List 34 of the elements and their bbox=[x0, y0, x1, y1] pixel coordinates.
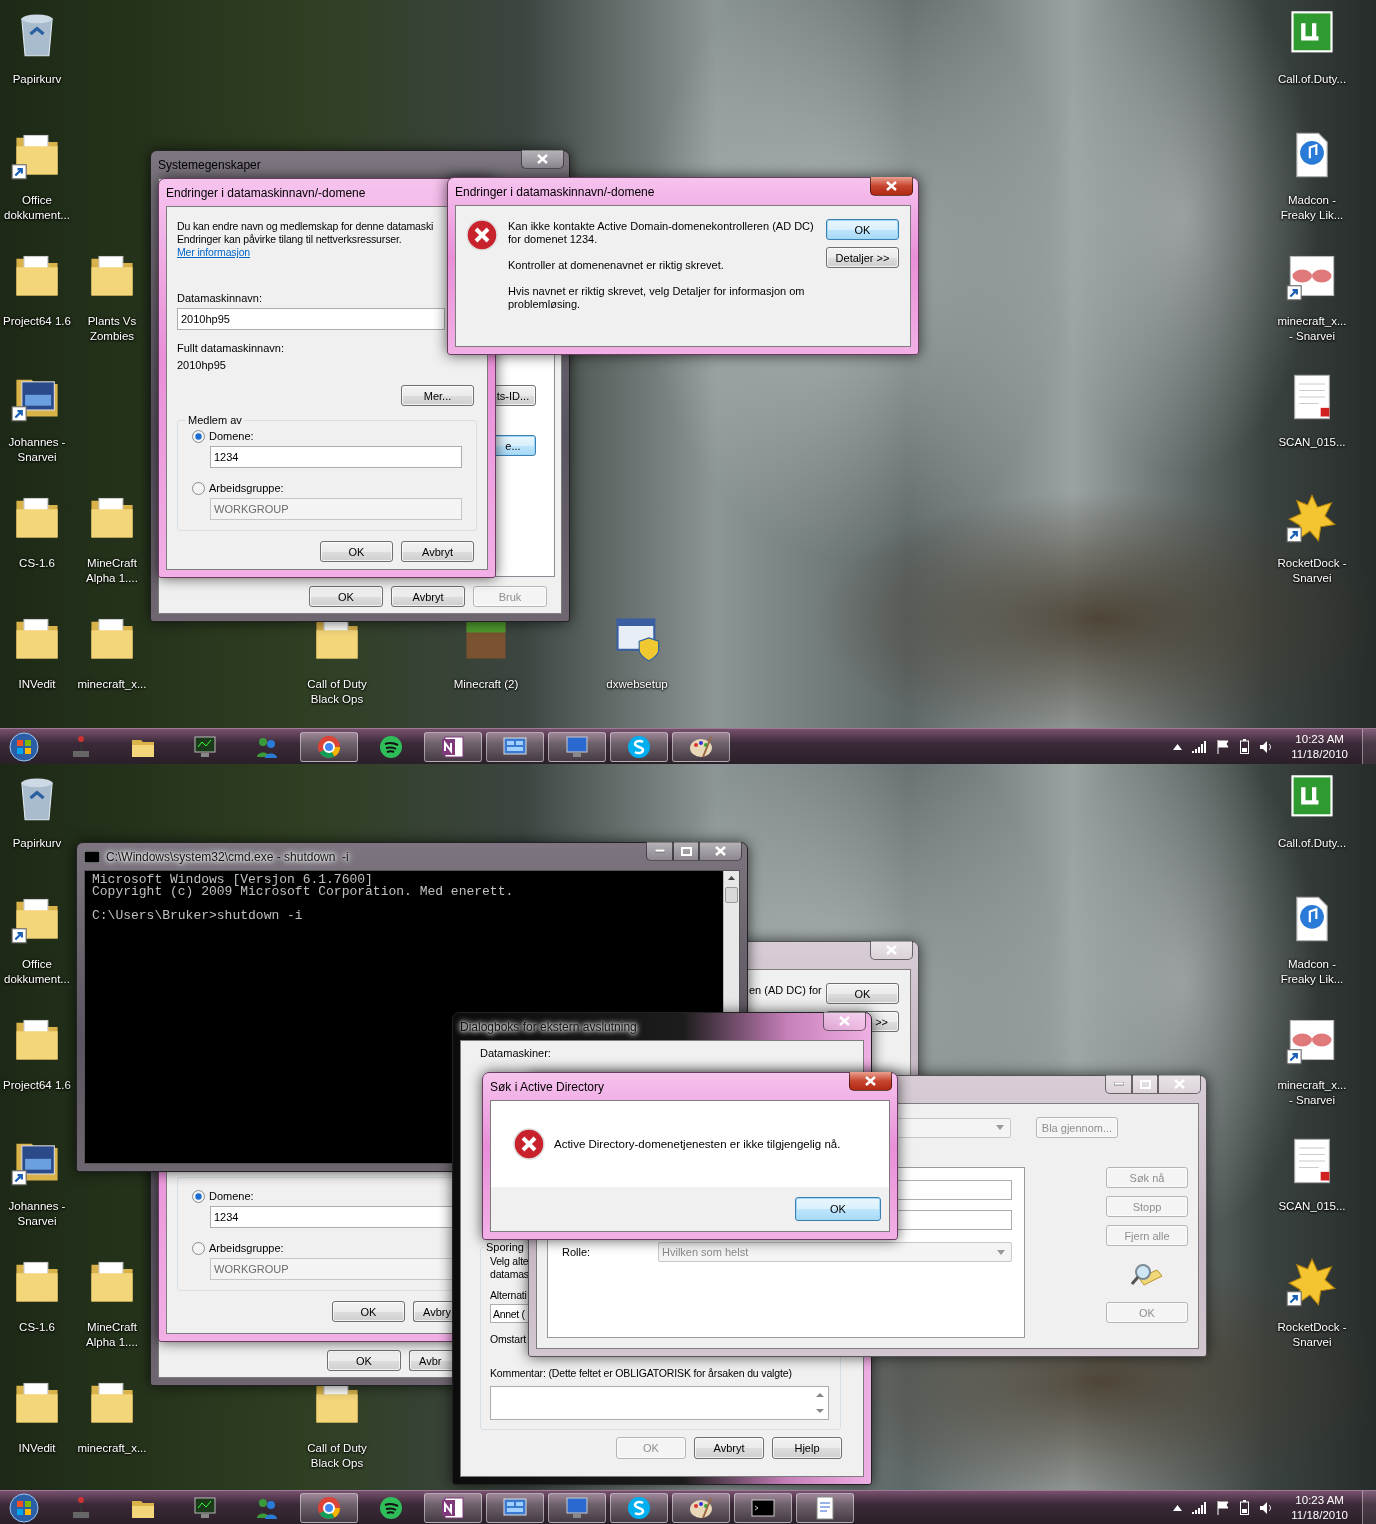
option-label: Arbeidsgruppe: bbox=[209, 482, 284, 495]
option-label: Domene: bbox=[209, 430, 254, 443]
clock-time: 10:23 AM bbox=[1295, 731, 1344, 747]
group-label: Sporing bbox=[485, 1241, 525, 1253]
field-label: Omstart bbox=[490, 1333, 527, 1346]
field-label: Datamaskinnavn: bbox=[177, 292, 263, 305]
message-text: Hvis navnet er riktig skrevet, velg Detaljer for informasjon om problemløsing. bbox=[508, 285, 806, 311]
window-title: Systemegenskaper bbox=[158, 158, 261, 172]
message-text: Kontroller at domenenavnet er riktig skrevet. bbox=[508, 259, 725, 272]
field-label: Rolle: bbox=[562, 1245, 591, 1259]
group-label: Medlem av bbox=[187, 414, 243, 426]
message-text: en (AD DC) for bbox=[749, 984, 823, 997]
field-label: Kommentar: (Dette feltet er OBLIGATORISK for årsaken du valgte) bbox=[490, 1367, 793, 1380]
clock-date: 11/18/2010 bbox=[1291, 1507, 1348, 1523]
value-text: 2010hp95 bbox=[177, 359, 227, 372]
window-title: C:\Windows\system32\cmd.exe - shutdown -i bbox=[106, 850, 349, 864]
description-text: Du kan endre navn og medlemskap for denne datamaski Endringer kan påvirke tilang til nettverksressurser. Mer informasjon bbox=[177, 220, 434, 259]
prompt-text: Velg alte datamas bbox=[490, 1255, 530, 1281]
clock-time: 10:23 AM bbox=[1295, 1492, 1344, 1508]
field-label: Alternati bbox=[490, 1289, 528, 1302]
console-line: C:\Users\Bruker>shutdown -i bbox=[92, 910, 304, 922]
console-line: Microsoft Windows [Versjon 6.1.7600] bbox=[92, 874, 373, 886]
clock-date: 11/18/2010 bbox=[1291, 746, 1348, 762]
option-label: Domene: bbox=[209, 1190, 254, 1203]
option-label: Arbeidsgruppe: bbox=[209, 1242, 284, 1255]
window-title: Dialogboks for ekstern avslutning bbox=[460, 1020, 637, 1034]
window-title: Endringer i datamaskinnavn/-domene bbox=[455, 185, 655, 199]
window-title: Endringer i datamaskinnavn/-domene bbox=[166, 186, 366, 200]
window-title: Søk i Active Directory bbox=[490, 1080, 605, 1094]
message-text: Kan ikke kontakte Active Domain-domenekontrolleren (AD DC) for domenet 1234. bbox=[508, 220, 815, 246]
console-line: Copyright (c) 2009 Microsoft Corporation. Med enerett. bbox=[92, 886, 515, 898]
message-text: Active Directory-domenetjenesten er ikke tilgjengelig nå. bbox=[554, 1137, 841, 1151]
field-label: Fullt datamaskinnavn: bbox=[177, 342, 285, 355]
field-label: Datamaskiner: bbox=[480, 1047, 552, 1060]
